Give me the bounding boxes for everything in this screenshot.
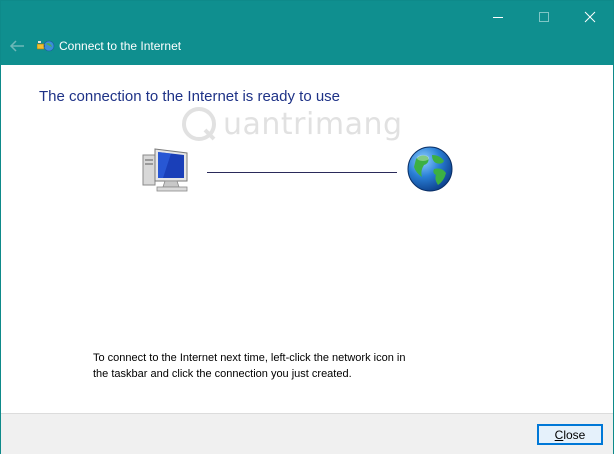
network-wizard-icon (37, 40, 55, 52)
watermark-logo-icon (182, 107, 216, 141)
close-button[interactable]: Close (537, 424, 603, 445)
wizard-title: Connect to the Internet (59, 39, 182, 53)
wizard-footer: Close (1, 413, 613, 454)
back-button[interactable] (5, 35, 29, 57)
instructions-line-2: the taskbar and click the connection you… (93, 368, 352, 380)
title-bar: Connect to the Internet (1, 1, 613, 65)
back-arrow-icon (9, 40, 24, 52)
watermark: uantrimang (181, 103, 411, 145)
wizard-content: The connection to the Internet is ready … (1, 65, 613, 413)
globe-icon (407, 146, 453, 192)
connect-to-internet-window: Connect to the Internet The connection t… (0, 0, 614, 454)
minimize-icon (493, 17, 503, 18)
close-button-accelerator: C (554, 427, 564, 442)
instructions-line-1: To connect to the Internet next time, le… (93, 352, 406, 364)
window-close-button[interactable] (567, 1, 613, 33)
maximize-button[interactable] (521, 1, 567, 33)
close-icon (584, 11, 596, 23)
instructions-text: To connect to the Internet next time, le… (93, 350, 473, 382)
computer-icon (142, 148, 188, 192)
watermark-text: uantrimang (223, 106, 403, 142)
minimize-button[interactable] (475, 1, 521, 33)
close-button-label: lose (563, 427, 586, 442)
maximize-icon (539, 12, 549, 22)
connection-line (207, 172, 397, 173)
